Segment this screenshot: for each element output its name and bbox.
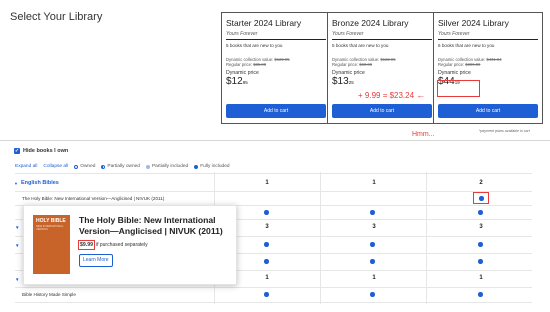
count-silver: 2 <box>479 180 483 186</box>
card-subtitle: Yours Forever <box>332 31 364 37</box>
grid-column-line <box>426 172 427 304</box>
fully-included-icon <box>264 259 269 264</box>
dynamic-price: $1325 <box>332 76 354 87</box>
starter-library-card: Starter 2024 Library Yours Forever 5 boo… <box>221 12 331 124</box>
grid-line <box>15 173 532 174</box>
book-detail-popup: HOLY BIBLE NEW INTERNATIONAL VERSION The… <box>23 205 237 285</box>
fully-included-icon <box>370 210 375 215</box>
card-name: Starter 2024 Library <box>226 18 302 28</box>
bronze-library-card: Bronze 2024 Library Yours Forever 5 book… <box>327 12 437 124</box>
divider <box>226 39 326 40</box>
new-books-count: 5 books that are new to you <box>332 43 389 48</box>
page-title: Select Your Library <box>10 11 103 23</box>
chevron-down-icon: ▼ <box>14 180 18 186</box>
fully-included-icon <box>264 242 269 247</box>
grid-line <box>15 287 532 288</box>
dynamic-price: $1295 <box>226 76 248 87</box>
owned-icon <box>74 164 79 169</box>
count-starter: 1 <box>265 180 269 186</box>
count-bronze: 1 <box>372 180 376 186</box>
book-row-niv[interactable]: The Holy Bible: New International Versio… <box>22 196 164 201</box>
count-starter: 1 <box>265 275 269 281</box>
legend-partially-owned: Partially owned <box>101 164 140 169</box>
legend-owned: Owned <box>74 164 95 169</box>
fully-included-icon <box>264 292 269 297</box>
fully-included-icon <box>264 210 269 215</box>
count-silver: 1 <box>479 275 483 281</box>
add-to-cart-button[interactable]: Add to cart <box>226 104 326 118</box>
price-calc-annotation: + 9.99 = $23.24 ← <box>358 90 426 100</box>
count-bronze: 1 <box>372 275 376 281</box>
collapse-all-link[interactable]: Collapse all <box>43 164 68 169</box>
chevron-down-icon[interactable]: ▼ <box>15 277 19 282</box>
chevron-down-icon[interactable]: ▼ <box>15 243 19 248</box>
card-subtitle: Yours Forever <box>226 31 258 37</box>
partially-owned-icon <box>101 164 106 169</box>
hide-owned-label: Hide books I own <box>23 148 69 154</box>
new-books-count: 6 books that are new to you <box>438 43 495 48</box>
hide-owned-toggle[interactable]: ✓ Hide books I own <box>14 148 68 154</box>
arrow-left-icon: ← <box>416 90 426 100</box>
fully-included-icon <box>370 259 375 264</box>
fully-included-icon <box>370 242 375 247</box>
section-english-bibles[interactable]: ▼ English Bibles <box>14 180 59 186</box>
regular-price: Regular price: $309.00 <box>438 62 481 67</box>
learn-more-button[interactable]: Learn More <box>79 254 113 267</box>
expand-all-link[interactable]: Expand all <box>15 164 37 169</box>
popup-price-value: $9.99 <box>78 240 95 250</box>
book-cover-image: HOLY BIBLE NEW INTERNATIONAL VERSION <box>33 215 70 274</box>
fully-included-icon <box>478 210 483 215</box>
count-silver: 3 <box>479 224 483 230</box>
regular-price: Regular price: $60.00 <box>332 62 373 67</box>
count-starter: 3 <box>265 224 269 230</box>
book-row-bible-history[interactable]: Bible History Made Simple <box>22 292 76 297</box>
legend-fully-included: Fully included <box>194 164 230 169</box>
popup-book-title: The Holy Bible: New International Versio… <box>79 215 223 236</box>
legend-partially-included: Partially included <box>145 164 188 169</box>
fully-included-icon <box>478 259 483 264</box>
cover-subtitle: NEW INTERNATIONAL VERSION <box>36 225 64 231</box>
fully-included-icon <box>194 164 199 169</box>
hmm-annotation: Hmm... <box>412 131 435 138</box>
chevron-down-icon[interactable]: ▼ <box>15 225 19 230</box>
silver-dot-highlight <box>473 192 489 204</box>
regular-price: Regular price: $35.00 <box>226 62 267 67</box>
partially-included-icon <box>145 164 150 169</box>
count-bronze: 3 <box>372 224 376 230</box>
card-name: Silver 2024 Library <box>438 18 509 28</box>
silver-price-highlight <box>437 80 480 97</box>
fully-included-icon <box>370 292 375 297</box>
list-controls: Expand all Collapse all Owned Partially … <box>15 164 230 169</box>
add-to-cart-button[interactable]: Add to cart <box>332 104 432 118</box>
divider <box>438 39 538 40</box>
fully-included-icon <box>478 242 483 247</box>
new-books-count: 5 books that are new to you <box>226 43 283 48</box>
grid-column-line <box>320 172 321 304</box>
card-subtitle: Yours Forever <box>438 31 470 37</box>
divider <box>332 39 432 40</box>
payment-footnote: *payment plans available in cart <box>479 129 530 133</box>
popup-price-note: if purchased separately <box>95 242 148 248</box>
grid-line <box>15 302 532 303</box>
popup-price: $9.99 if purchased separately <box>78 240 148 250</box>
silver-library-card: Silver 2024 Library Yours Forever 6 book… <box>433 12 543 124</box>
grid-line <box>15 191 532 192</box>
fully-included-icon <box>478 292 483 297</box>
checkbox-checked-icon[interactable]: ✓ <box>14 148 20 154</box>
section-title: English Bibles <box>20 180 59 186</box>
add-to-cart-button[interactable]: Add to cart <box>438 104 538 118</box>
section-divider <box>0 140 550 141</box>
card-name: Bronze 2024 Library <box>332 18 409 28</box>
cover-title: HOLY BIBLE <box>36 218 66 224</box>
